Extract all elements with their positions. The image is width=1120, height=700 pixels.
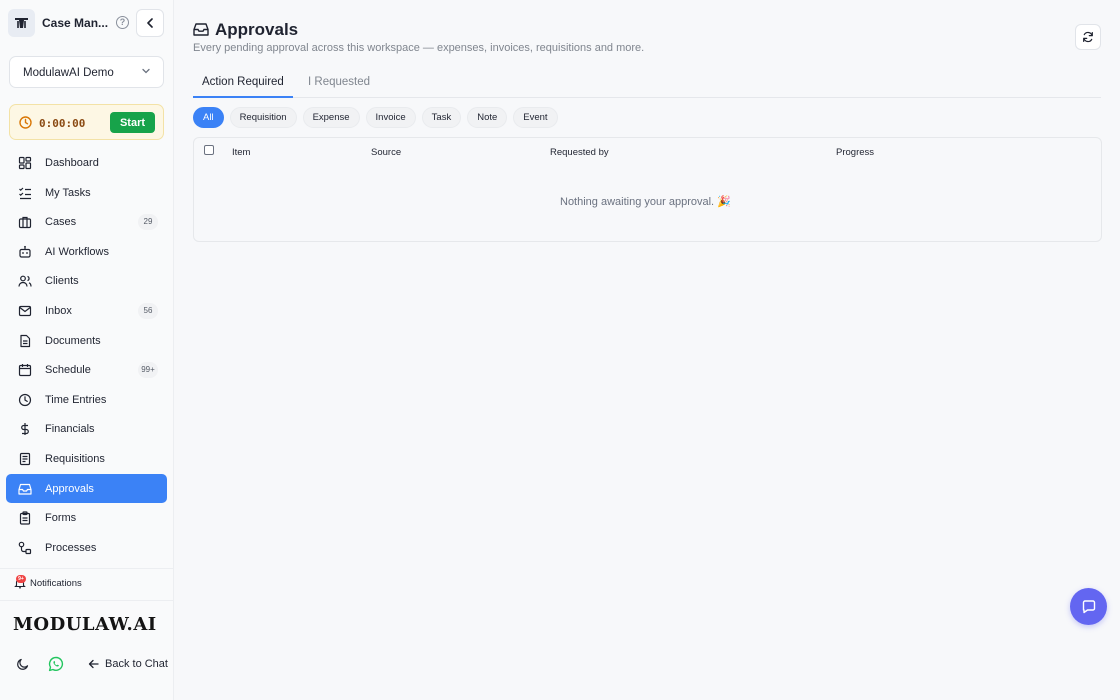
- sidebar-item-time-entries[interactable]: Time Entries: [6, 385, 167, 415]
- sidebar-item-ai-workflows[interactable]: AI Workflows: [6, 237, 167, 267]
- collapse-sidebar-button[interactable]: [136, 9, 164, 37]
- sidebar-item-label: Approvals: [45, 482, 94, 495]
- app-title: Case Man...: [42, 16, 109, 30]
- filter-all[interactable]: All: [193, 107, 224, 128]
- refresh-button[interactable]: [1075, 24, 1101, 50]
- dashboard-icon: [18, 156, 32, 170]
- sidebar-footer: Back to Chat: [0, 655, 174, 675]
- moon-icon[interactable]: [16, 657, 30, 671]
- tab-i-requested[interactable]: I Requested: [299, 76, 379, 88]
- tab-action-required[interactable]: Action Required: [193, 76, 293, 88]
- filter-invoice[interactable]: Invoice: [365, 107, 416, 128]
- calendar-icon: [18, 364, 32, 377]
- sidebar-nav: Dashboard My Tasks Cases 29 AI Workflows…: [6, 148, 167, 562]
- sidebar: Case Man... ? ModulawAI Demo 0:00:00 Sta…: [0, 0, 174, 700]
- filter-event[interactable]: Event: [513, 107, 558, 128]
- filter-task[interactable]: Task: [421, 107, 462, 128]
- briefcase-icon: [18, 217, 32, 229]
- approvals-table: Item Source Requested by Progress Nothin…: [193, 137, 1102, 242]
- select-all-checkbox[interactable]: [204, 145, 214, 155]
- count-badge: 56: [138, 302, 158, 319]
- sidebar-item-label: Requisitions: [45, 452, 105, 465]
- filter-expense[interactable]: Expense: [302, 107, 360, 128]
- sidebar-item-cases[interactable]: Cases 29: [6, 207, 167, 237]
- chevron-down-icon: [142, 68, 150, 74]
- mail-icon: [18, 305, 32, 317]
- chevron-left-icon: [147, 18, 153, 28]
- sidebar-item-forms[interactable]: Forms: [6, 503, 167, 533]
- back-to-chat-link[interactable]: Back to Chat: [88, 658, 168, 670]
- workspace-selector[interactable]: ModulawAI Demo: [9, 56, 164, 88]
- inbox-tray-icon: [18, 483, 32, 495]
- chat-button[interactable]: [1070, 588, 1107, 625]
- requisition-icon: [19, 452, 31, 466]
- column-header-progress: Progress: [836, 147, 875, 158]
- sidebar-item-label: AI Workflows: [45, 245, 109, 258]
- sidebar-item-label: Financials: [45, 423, 95, 436]
- sidebar-item-financials[interactable]: Financials: [6, 414, 167, 444]
- sidebar-item-label: Inbox: [45, 304, 72, 317]
- whatsapp-icon[interactable]: [48, 656, 64, 672]
- users-icon: [18, 275, 32, 287]
- sidebar-item-dashboard[interactable]: Dashboard: [6, 148, 167, 178]
- column-header-requested-by: Requested by: [550, 147, 609, 158]
- approval-tabs: Action Required I Requested: [193, 70, 1101, 98]
- empty-state-message: Nothing awaiting your approval. 🎉: [560, 196, 731, 208]
- clipboard-icon: [19, 511, 31, 525]
- main-content: Approvals Every pending approval across …: [175, 0, 1120, 700]
- dollar-icon: [21, 423, 29, 436]
- timer-value: 0:00:00: [39, 117, 86, 130]
- start-timer-button[interactable]: Start: [110, 112, 155, 133]
- arrow-left-icon: [88, 659, 99, 669]
- sidebar-item-label: My Tasks: [45, 186, 91, 199]
- active-tab-indicator: [193, 96, 293, 98]
- chat-icon: [1082, 599, 1095, 613]
- timer-widget: 0:00:00 Start: [9, 104, 164, 140]
- refresh-icon: [1083, 31, 1093, 43]
- sidebar-item-label: Forms: [45, 512, 77, 525]
- column-header-item: Item: [232, 147, 251, 158]
- divider: [0, 600, 173, 601]
- back-to-chat-label: Back to Chat: [105, 658, 168, 670]
- page-subtitle: Every pending approval across this works…: [193, 42, 645, 54]
- help-icon[interactable]: ?: [116, 16, 129, 29]
- sidebar-item-label: Clients: [45, 275, 79, 288]
- sidebar-item-label: Processes: [45, 541, 97, 554]
- sidebar-item-label: Schedule: [45, 364, 91, 377]
- sidebar-item-label: Cases: [45, 216, 77, 229]
- sidebar-item-requisitions[interactable]: Requisitions: [6, 444, 167, 474]
- brand-row: Case Man... ?: [8, 9, 166, 37]
- notifications-button[interactable]: 9+ Notifications: [12, 575, 162, 592]
- filter-note[interactable]: Note: [467, 107, 508, 128]
- filter-requisition[interactable]: Requisition: [229, 107, 297, 128]
- divider: [0, 568, 173, 569]
- sidebar-item-label: Time Entries: [45, 393, 107, 406]
- count-badge: 99+: [138, 362, 158, 379]
- sidebar-item-approvals[interactable]: Approvals: [6, 473, 167, 504]
- clock-icon: [18, 393, 32, 406]
- sidebar-item-inbox[interactable]: Inbox 56: [6, 296, 167, 326]
- app-logo-icon[interactable]: [8, 9, 35, 37]
- inbox-tray-icon: [193, 23, 209, 36]
- tasks-icon: [19, 187, 31, 199]
- sidebar-item-documents[interactable]: Documents: [6, 326, 167, 356]
- page-title: Approvals: [215, 20, 299, 39]
- sidebar-item-my-tasks[interactable]: My Tasks: [6, 178, 167, 208]
- robot-icon: [19, 245, 31, 258]
- sidebar-item-label: Documents: [45, 334, 101, 347]
- notifications-label: Notifications: [30, 578, 82, 589]
- sidebar-item-label: Dashboard: [45, 157, 99, 169]
- workspace-name: ModulawAI Demo: [23, 67, 114, 79]
- sidebar-item-schedule[interactable]: Schedule 99+: [6, 355, 167, 385]
- clock-icon: [19, 116, 32, 129]
- modulaw-logo: MODULAW.AI: [13, 614, 157, 635]
- sidebar-item-clients[interactable]: Clients: [6, 266, 167, 296]
- column-header-source: Source: [371, 147, 402, 158]
- notification-badge: 9+: [16, 575, 26, 583]
- filter-chips: All Requisition Expense Invoice Task Not…: [193, 107, 558, 128]
- document-icon: [20, 334, 31, 347]
- process-icon: [18, 541, 32, 554]
- count-badge: 29: [138, 214, 158, 231]
- sidebar-item-processes[interactable]: Processes: [6, 533, 167, 563]
